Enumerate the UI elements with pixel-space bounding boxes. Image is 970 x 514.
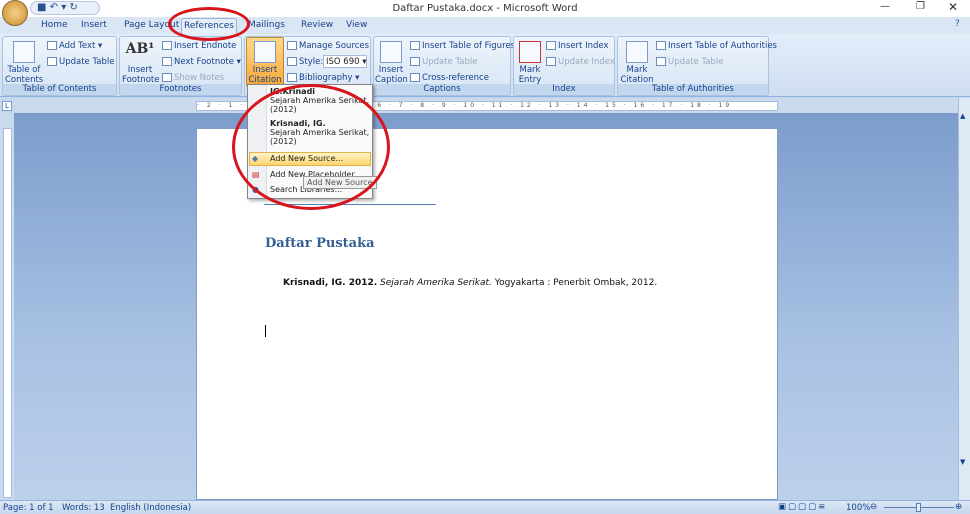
- entry-author: Krisnadi, IG. 2012.: [283, 278, 378, 288]
- caption-icon: [380, 41, 402, 63]
- update-table-button[interactable]: Update Table: [47, 57, 114, 67]
- language[interactable]: English (Indonesia): [110, 503, 191, 513]
- style-icon: [287, 57, 297, 66]
- update-icon: [410, 57, 420, 66]
- zoom-in-button[interactable]: ⊕: [955, 502, 962, 512]
- zoom-slider-thumb[interactable]: [916, 503, 921, 512]
- insert-index-icon: [546, 41, 556, 50]
- ribbon-tabs: Home Insert Page Layout References Maili…: [0, 17, 970, 35]
- window-title: Daftar Pustaka.docx - Microsoft Word: [392, 3, 578, 14]
- entry-publisher: Yogyakarta : Penerbit Ombak, 2012.: [491, 278, 658, 288]
- mark-citation-button[interactable]: Mark Citation: [620, 41, 654, 85]
- text-cursor: [265, 325, 266, 337]
- view-buttons[interactable]: ▣▢▢▢≡: [778, 502, 827, 512]
- insert-caption-button[interactable]: Insert Caption: [375, 41, 408, 85]
- mark-citation-icon: [626, 41, 648, 63]
- insert-footnote-button[interactable]: AB¹ Insert Footnote: [122, 41, 159, 85]
- tab-home[interactable]: Home: [41, 20, 68, 30]
- style-label: Style:: [287, 57, 323, 67]
- scroll-up-button[interactable]: ▲: [960, 112, 965, 120]
- update-table-authorities-button[interactable]: Update Table: [656, 57, 723, 67]
- mark-entry-button[interactable]: Mark Entry: [516, 41, 544, 85]
- title-bar: ■ ↶ ▾ ↻ Daftar Pustaka.docx - Microsoft …: [0, 0, 970, 26]
- mark-entry-icon: [519, 41, 541, 63]
- group-label: Table of Contents: [3, 84, 116, 95]
- update-table-figures-button[interactable]: Update Table: [410, 57, 477, 67]
- manage-sources-icon: [287, 41, 297, 50]
- zoom-out-button[interactable]: ⊖: [870, 502, 877, 512]
- bibliography-icon: [287, 73, 297, 82]
- minimize-button[interactable]: —: [880, 1, 890, 12]
- toc-icon: [13, 41, 35, 63]
- show-notes-icon: [162, 73, 172, 82]
- update-icon: [656, 57, 666, 66]
- annotation-ring-references: [168, 7, 250, 41]
- insert-table-of-figures-button[interactable]: Insert Table of Figures: [410, 41, 515, 51]
- tab-mailings[interactable]: Mailings: [248, 20, 285, 30]
- annotation-ring-menu: [232, 84, 390, 210]
- group-captions: Insert Caption Insert Table of Figures U…: [373, 36, 515, 96]
- insert-endnote-button[interactable]: Insert Endnote: [162, 41, 236, 51]
- group-label: Captions: [374, 84, 510, 95]
- help-icon[interactable]: ?: [955, 19, 960, 29]
- group-table-of-contents: Table of Contents ▾ Add Text ▾ Update Ta…: [2, 36, 117, 96]
- group-footnotes: AB¹ Insert Footnote Insert Endnote Next F…: [119, 36, 242, 96]
- show-notes-button[interactable]: Show Notes: [162, 73, 224, 83]
- group-label: Footnotes: [120, 84, 241, 95]
- vertical-scrollbar[interactable]: ▲ ▼: [958, 98, 970, 500]
- vertical-ruler[interactable]: [3, 128, 12, 498]
- citation-icon: [254, 41, 276, 63]
- table-of-figures-icon: [410, 41, 420, 50]
- bibliography-button[interactable]: Bibliography ▾: [287, 73, 359, 83]
- next-footnote-button[interactable]: Next Footnote ▾: [162, 57, 241, 67]
- word-count[interactable]: Words: 13: [62, 503, 105, 513]
- update-index-button[interactable]: Update Index: [546, 57, 615, 67]
- insert-index-button[interactable]: Insert Index: [546, 41, 608, 51]
- update-icon: [546, 57, 556, 66]
- cross-reference-button[interactable]: Cross-reference: [410, 73, 489, 83]
- manage-sources-button[interactable]: Manage Sources: [287, 41, 369, 51]
- next-footnote-icon: [162, 57, 172, 66]
- add-text-icon: [47, 41, 57, 50]
- endnote-icon: [162, 41, 172, 50]
- style-dropdown[interactable]: ISO 690 ▾: [323, 55, 367, 68]
- group-label: Index: [514, 84, 614, 95]
- insert-citation-button[interactable]: Insert Citation ▾: [246, 37, 284, 95]
- status-bar: Page: 1 of 1 Words: 13 English (Indonesi…: [0, 500, 970, 514]
- update-table-icon: [47, 57, 57, 66]
- cross-reference-icon: [410, 73, 420, 82]
- entry-title: Sejarah Amerika Serikat.: [380, 278, 492, 288]
- zoom-level[interactable]: 100%: [846, 503, 870, 513]
- office-button[interactable]: [2, 0, 28, 26]
- tab-view[interactable]: View: [346, 20, 367, 30]
- group-index: Mark Entry Insert Index Update Index Ind…: [513, 36, 615, 96]
- ribbon: Table of Contents ▾ Add Text ▾ Update Ta…: [0, 34, 970, 97]
- tab-selector[interactable]: L: [2, 101, 12, 111]
- toa-icon: [656, 41, 666, 50]
- scroll-down-button[interactable]: ▼: [960, 458, 965, 466]
- heading-daftar-pustaka[interactable]: Daftar Pustaka: [265, 236, 375, 251]
- group-table-of-authorities: Mark Citation Insert Table of Authoritie…: [617, 36, 777, 96]
- group-label: Table of Authorities: [618, 84, 768, 95]
- bibliography-entry[interactable]: Krisnadi, IG. 2012. Sejarah Amerika Seri…: [283, 278, 657, 288]
- maximize-button[interactable]: ❐: [916, 1, 925, 12]
- tab-review[interactable]: Review: [301, 20, 333, 30]
- close-button[interactable]: ✕: [948, 0, 958, 14]
- tab-insert[interactable]: Insert: [81, 20, 107, 30]
- page-count[interactable]: Page: 1 of 1: [3, 503, 54, 513]
- add-text-button[interactable]: Add Text ▾: [47, 41, 102, 51]
- insert-table-of-authorities-button[interactable]: Insert Table of Authorities: [656, 41, 777, 51]
- footnote-icon: AB¹: [125, 41, 155, 57]
